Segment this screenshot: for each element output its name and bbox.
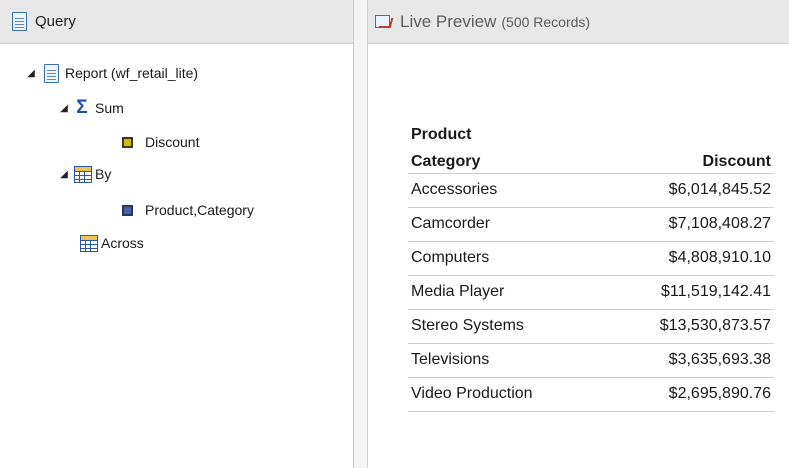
table-row: Video Production $2,695,890.76 (408, 376, 774, 412)
report-output: Product Category Discount Accessories $6… (368, 45, 789, 468)
tree-node-report[interactable]: ◢ Report (wf_retail_lite) (24, 62, 198, 84)
tree-node-sum[interactable]: ◢ Σ Sum (57, 97, 124, 119)
sigma-sum-icon: Σ (76, 97, 88, 118)
tree-node-across[interactable]: Across (80, 232, 144, 254)
table-row: Televisions $3,635,693.38 (408, 342, 774, 377)
category-cell: Camcorder (408, 206, 604, 241)
table-row: Media Player $11,519,142.41 (408, 274, 774, 309)
discount-cell: $13,530,873.57 (604, 308, 774, 343)
document-icon (12, 12, 27, 31)
category-cell: Media Player (408, 274, 604, 309)
category-cell: Video Production (408, 376, 604, 412)
category-cell: Televisions (408, 342, 604, 377)
collapse-triangle-icon[interactable]: ◢ (57, 169, 71, 180)
tree-node-sum-label: Sum (95, 100, 124, 116)
category-cell: Computers (408, 240, 604, 275)
category-cell: Stereo Systems (408, 308, 604, 343)
splitter-bar[interactable] (354, 0, 368, 468)
query-panel: Query ◢ Report (wf_retail_lite) ◢ Σ Sum … (0, 0, 353, 468)
table-row: Camcorder $7,108,408.27 (408, 206, 774, 241)
tree-node-report-label: Report (wf_retail_lite) (65, 65, 199, 81)
record-count: (500 Records) (501, 13, 591, 30)
query-panel-header: Query (0, 0, 353, 44)
dimension-field-icon (122, 204, 133, 216)
column-header-discount: Discount (702, 152, 771, 170)
collapse-triangle-icon[interactable]: ◢ (57, 103, 71, 114)
report-document-icon (44, 63, 59, 83)
tree-node-by-label: By (95, 166, 112, 182)
tree-node-product-category[interactable]: Product,Category (122, 199, 254, 221)
report-table: Product Category Discount Accessories $6… (408, 116, 774, 412)
tree-node-across-label: Across (101, 235, 144, 251)
category-cell: Accessories (408, 172, 604, 207)
tree-node-discount-label: Discount (145, 134, 200, 150)
live-preview-icon (374, 13, 394, 31)
tree-node-discount[interactable]: Discount (122, 131, 199, 153)
discount-cell: $4,808,910.10 (604, 240, 774, 275)
column-header-product: Product (411, 126, 472, 143)
tree-node-product-category-label: Product,Category (145, 202, 254, 218)
tree-node-by[interactable]: ◢ By (57, 163, 111, 185)
discount-cell: $7,108,408.27 (604, 206, 774, 241)
table-row: Computers $4,808,910.10 (408, 240, 774, 275)
preview-title: Live Preview (400, 11, 497, 31)
query-panel-title: Query (35, 13, 76, 30)
measure-field-icon (122, 136, 133, 148)
by-grid-icon (74, 165, 92, 183)
discount-cell: $3,635,693.38 (604, 342, 774, 377)
preview-header: Live Preview (500 Records) (368, 0, 789, 44)
discount-cell: $2,695,890.76 (604, 376, 774, 412)
collapse-triangle-icon[interactable]: ◢ (24, 68, 38, 79)
across-grid-icon (80, 234, 98, 252)
discount-cell: $11,519,142.41 (604, 274, 774, 309)
discount-cell: $6,014,845.52 (604, 172, 774, 207)
column-header-category: Category (411, 152, 481, 170)
table-row: Accessories $6,014,845.52 (408, 172, 774, 207)
table-row: Stereo Systems $13,530,873.57 (408, 308, 774, 343)
